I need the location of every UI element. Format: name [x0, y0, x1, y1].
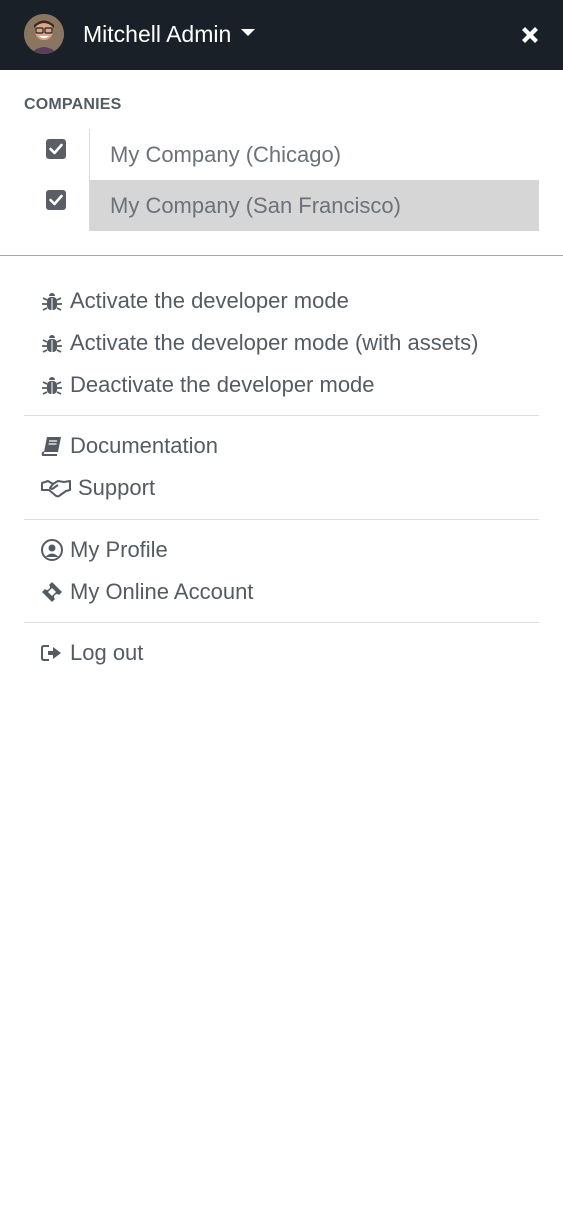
- menu-item-label: Support: [78, 475, 156, 500]
- company-name[interactable]: My Company (San Francisco): [89, 180, 539, 231]
- user-name[interactable]: Mitchell Admin: [83, 20, 231, 48]
- menu-item-activate-dev-mode[interactable]: Activate the developer mode: [40, 286, 349, 316]
- avatar[interactable]: [24, 14, 64, 54]
- menu-item-my-profile[interactable]: My Profile: [40, 535, 168, 565]
- ticket-icon: [40, 581, 64, 603]
- menu-item-support[interactable]: Support: [40, 473, 155, 503]
- menu-item-label: My Online Account: [70, 579, 254, 604]
- menu-item-label: Activate the developer mode (with assets…: [70, 330, 479, 355]
- company-checkbox[interactable]: [46, 139, 66, 159]
- user-circle-icon: [40, 539, 64, 561]
- company-name[interactable]: My Company (Chicago): [89, 129, 539, 180]
- menu-item-label: Activate the developer mode: [70, 288, 349, 313]
- menu-item-label: Documentation: [70, 433, 218, 458]
- menu-divider: [24, 519, 539, 520]
- menu-item-documentation[interactable]: Documentation: [40, 431, 218, 461]
- menu-item-label: Deactivate the developer mode: [70, 372, 375, 397]
- company-row-chicago: My Company (Chicago): [24, 129, 539, 180]
- close-icon[interactable]: [518, 23, 542, 47]
- user-menu-header: Mitchell Admin: [0, 0, 563, 70]
- caret-down-icon[interactable]: [241, 29, 255, 36]
- section-divider: [0, 255, 563, 256]
- book-icon: [40, 435, 64, 457]
- menu-item-label: My Profile: [70, 537, 168, 562]
- menu-divider: [24, 415, 539, 416]
- handshake-icon: [40, 477, 72, 499]
- menu-item-deactivate-dev-mode[interactable]: Deactivate the developer mode: [40, 370, 375, 400]
- menu-item-log-out[interactable]: Log out: [40, 638, 143, 668]
- company-checkbox[interactable]: [46, 190, 66, 210]
- company-row-san-francisco: My Company (San Francisco): [24, 180, 539, 231]
- companies-heading: COMPANIES: [24, 96, 122, 113]
- menu-item-my-online-account[interactable]: My Online Account: [40, 577, 253, 607]
- bug-icon: [40, 332, 64, 354]
- sign-out-icon: [40, 642, 64, 664]
- bug-icon: [40, 374, 64, 396]
- menu-item-label: Log out: [70, 640, 144, 665]
- menu-divider: [24, 622, 539, 623]
- menu-item-activate-dev-mode-assets[interactable]: Activate the developer mode (with assets…: [40, 328, 478, 358]
- bug-icon: [40, 290, 64, 312]
